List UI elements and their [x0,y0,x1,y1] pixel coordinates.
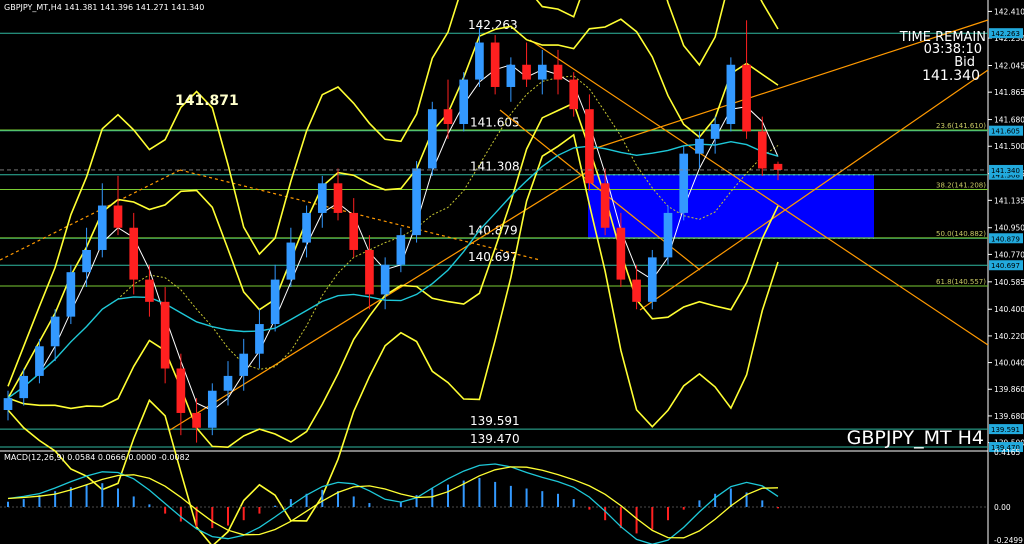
candle-body [569,79,579,110]
candle-body [113,205,123,228]
candle-body [239,353,249,376]
candle-body [506,64,516,87]
price-tick-label: 142.410 [994,7,1024,16]
zone-rectangle [588,174,874,239]
level-label: 141.308 [470,160,520,174]
candle-body [349,212,359,250]
candle-body [553,64,563,80]
candle-body [742,64,751,132]
price-tick-label: 139.680 [994,412,1024,421]
candle-body [160,301,170,369]
price-tick-label: 141.500 [994,142,1024,151]
fib-label: 50.0(140.882) [936,230,986,238]
candle-body [647,257,657,302]
candle-body [427,109,437,169]
candle-body [333,183,343,213]
candle-body [3,398,13,410]
level-tag-label: 141.605 [991,128,1020,136]
candle-body [632,279,641,302]
macd-info-label: MACD(12,26,9) 0.0584 0.0666 0.0000 -0.00… [4,453,190,462]
candle-body [365,249,374,295]
price-tick-label: 140.220 [994,332,1024,341]
candle-body [663,212,673,258]
price-tick-label: 140.770 [994,250,1024,259]
candle-body [710,124,720,139]
candle-body [129,227,139,280]
candle-body [757,131,767,169]
candle-body [302,212,311,243]
macd-tick-label: 0.4165 [994,448,1020,457]
candle-body [475,42,484,80]
level-tag-label: 140.879 [991,235,1020,243]
fib-label: 23.6(141.610) [936,122,986,130]
candle-body [82,249,91,273]
price-tick-label: 140.400 [994,305,1024,314]
candle-body [522,64,531,80]
candle-body [35,346,44,376]
price-tick-label: 140.950 [994,224,1024,233]
candle-body [223,375,233,391]
bid-value: 141.340 [922,68,980,84]
candle-body [380,264,390,295]
candle-body [270,279,280,325]
candle-body [255,324,264,354]
fib-label: 61.8(140.557) [936,278,986,286]
level-label: 139.591 [470,414,520,428]
candle-body [600,183,610,228]
candle-body [537,64,547,80]
candle-body [207,390,217,428]
symbol-caption: GBPJPY_MT H4 [847,427,984,449]
candle-body [66,272,76,317]
candle-body [459,79,469,125]
candle-body [695,138,704,154]
candle-body [616,227,626,280]
candle-body [726,64,736,125]
candle-body [192,412,201,428]
fib-label: 38.2(141.208) [936,182,986,190]
candle-body [773,163,783,170]
candle-body [490,42,500,87]
candle-body [176,368,186,413]
level-tag-label: 142.263 [991,30,1020,38]
level-tag-label: 139.591 [991,426,1020,434]
macd-tick-label: 0.00 [994,503,1011,512]
candle-body [317,183,327,213]
price-tick-label: 140.585 [994,278,1024,287]
candle-body [145,279,154,302]
candle-body [97,205,107,250]
main-info-label: GBPJPY_MT,H4 141.381 141.396 141.271 141… [4,3,204,12]
candle-body [585,109,594,184]
price-tick-label: 142.045 [994,61,1024,70]
level-tag-label: 140.697 [991,262,1020,270]
candle-body [286,242,296,280]
level-label: 139.470 [470,432,520,446]
price-tick-label: 140.040 [994,359,1024,368]
price-tick-label: 141.135 [994,196,1024,205]
price-tick-label: 139.860 [994,385,1024,394]
candle-body [19,375,29,399]
level-label: 141.605 [470,116,520,130]
candle-body [679,153,689,213]
candle-body [443,109,453,125]
price-chart[interactable]: 142.263 141.605 141.308 140.879 140.697 139.5… [0,0,1024,544]
candle-body [412,168,421,236]
level-tag-label: 141.340 [991,167,1020,175]
candle-body [50,316,60,347]
candle-body [396,235,406,265]
price-tick-label: 141.865 [994,88,1024,97]
macd-tick-label: -0.2499 [994,536,1023,544]
supply-zone [588,174,874,239]
price-tick-label: 141.680 [994,116,1024,125]
big-level-label: 141.871 [175,93,239,109]
